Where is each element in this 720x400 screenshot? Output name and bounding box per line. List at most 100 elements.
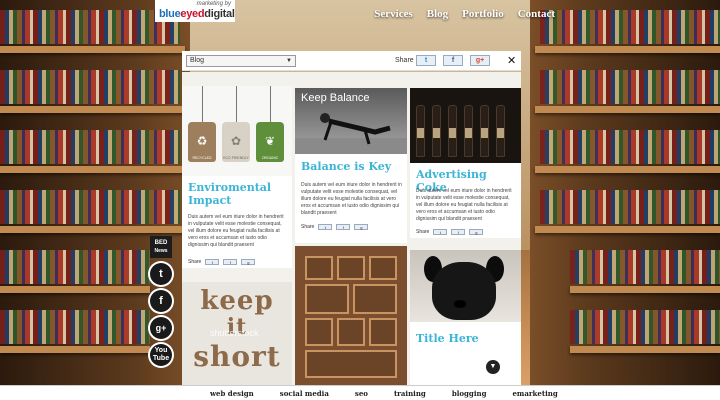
footer-link-training[interactable]: training [394, 389, 426, 398]
youtube-icon[interactable]: You Tube [150, 344, 172, 366]
card-title[interactable]: Enviromental Impact [188, 181, 292, 207]
facebook-share-button[interactable]: f [443, 55, 463, 66]
site-logo[interactable]: marketing by blueeyeddigital [155, 0, 235, 22]
dog-image [410, 250, 521, 322]
badge-line-2: News [154, 248, 168, 254]
footer-link-seo[interactable]: seo [355, 389, 368, 398]
shelf-plank [535, 166, 720, 173]
yoga-figure [295, 113, 407, 154]
bookshelf-right [530, 0, 720, 385]
books [0, 250, 150, 284]
google-plus-icon[interactable]: g+ [150, 317, 172, 339]
main-nav: Services Blog Portfolio Contact [374, 8, 555, 20]
blog-grid: ♻ RECYCLED ✿ ECO FRIENDLY ❦ ORGANIC Envi… [182, 72, 521, 385]
drawer-cell [353, 284, 397, 314]
logo-wordmark: blueeyeddigital [159, 8, 235, 20]
drawer-cell [305, 318, 333, 346]
books [0, 310, 150, 344]
close-button[interactable]: ✕ [507, 54, 516, 67]
nav-blog[interactable]: Blog [427, 8, 448, 20]
bottle [464, 105, 473, 157]
card-title[interactable]: Balance is Key [301, 160, 391, 173]
yoga-image: Keep Balance [295, 88, 407, 154]
drawer-cell [337, 318, 365, 346]
blog-card-environmental[interactable]: ♻ RECYCLED ✿ ECO FRIENDLY ❦ ORGANIC Envi… [182, 86, 292, 268]
image-word-keep: keep [200, 286, 274, 316]
card-excerpt: Duis autem vel eum iriure dolor in hendr… [416, 188, 512, 222]
card-share: Share t f g [188, 259, 256, 265]
bottle [448, 105, 457, 157]
bottles-image [410, 88, 521, 163]
tag-string [236, 86, 237, 124]
shelf-plank [535, 106, 720, 113]
shelf-plank [570, 346, 720, 353]
flower-icon: ✿ [230, 134, 242, 148]
card-share: Share t f g [416, 229, 484, 235]
footer-bar: web design social media seo training blo… [0, 385, 720, 400]
dog-nose [454, 300, 466, 308]
blog-card-drawer[interactable] [295, 246, 407, 385]
books [0, 10, 180, 44]
organic-tag-label: ORGANIC [261, 156, 279, 160]
shelf-plank [535, 46, 720, 53]
logo-word-red: eyed [180, 8, 205, 20]
books [540, 130, 720, 164]
facebook-icon[interactable]: f [451, 229, 466, 235]
google-plus-icon[interactable]: g [241, 259, 256, 265]
blog-panel-toolbar: Blog ▼ Share t f g+ ✕ [182, 51, 521, 71]
category-select[interactable]: Blog ▼ [186, 55, 296, 67]
blog-card-keep-it-short[interactable]: keep it short shutterstock [182, 282, 292, 385]
nav-contact[interactable]: Contact [518, 8, 555, 20]
books [0, 130, 180, 164]
twitter-share-button[interactable]: t [416, 55, 436, 66]
drawer-cell [369, 256, 397, 280]
facebook-icon[interactable]: f [223, 259, 238, 265]
card-share-label: Share [301, 224, 315, 230]
drawer-cell [369, 318, 397, 346]
facebook-icon[interactable]: f [150, 290, 172, 312]
footer-link-social-media[interactable]: social media [280, 389, 329, 398]
blog-card-title-here[interactable]: Title Here ▼ [410, 250, 521, 385]
shelf-plank [570, 286, 720, 293]
footer-link-blogging[interactable]: blogging [452, 389, 487, 398]
tag-string [270, 86, 271, 124]
facebook-icon[interactable]: f [336, 224, 351, 230]
badge-line-1: BED [154, 240, 168, 246]
blog-card-balance[interactable]: Keep Balance Balance is Key Duis autem v… [295, 88, 407, 243]
footer-link-web-design[interactable]: web design [210, 389, 254, 398]
card-share-label: Share [188, 259, 202, 265]
google-plus-icon[interactable]: g [354, 224, 369, 230]
google-plus-icon[interactable]: g [469, 229, 484, 235]
footer-links: web design social media seo training blo… [210, 389, 558, 398]
shelf-plank [535, 226, 720, 233]
google-plus-share-button[interactable]: g+ [470, 55, 490, 66]
twitter-icon[interactable]: t [318, 224, 333, 230]
share-label: Share [395, 57, 414, 64]
nav-services[interactable]: Services [374, 8, 412, 20]
eco-friendly-tag: ✿ ECO FRIENDLY [222, 122, 250, 162]
youtube-label: You Tube [152, 347, 170, 362]
books [540, 70, 720, 104]
shelf-plank [0, 46, 185, 53]
books [0, 190, 180, 224]
scroll-down-icon[interactable]: ▼ [486, 360, 500, 374]
shelf-plank [0, 346, 150, 353]
books [540, 190, 720, 224]
twitter-icon[interactable]: t [150, 263, 172, 285]
bed-news-badge[interactable]: BED News [150, 236, 172, 258]
twitter-icon[interactable]: t [433, 229, 448, 235]
bottle [416, 105, 425, 157]
leaf-icon: ❦ [264, 134, 276, 148]
footer-link-emarketing[interactable]: emarketing [512, 389, 557, 398]
nav-portfolio[interactable]: Portfolio [462, 8, 504, 20]
organic-tag: ❦ ORGANIC [256, 122, 284, 162]
image-word-short: short [193, 340, 281, 373]
twitter-icon[interactable]: t [205, 259, 220, 265]
shelf-plank [0, 286, 150, 293]
logo-word-blue: blue [159, 8, 181, 20]
chevron-down-icon: ▼ [286, 58, 292, 64]
blog-card-coke[interactable]: Advertising Coke Duis autem vel eum iriu… [410, 88, 521, 238]
card-title[interactable]: Title Here [416, 332, 479, 345]
letterpress-image: keep it short shutterstock [182, 282, 292, 385]
card-share-label: Share [416, 229, 430, 235]
